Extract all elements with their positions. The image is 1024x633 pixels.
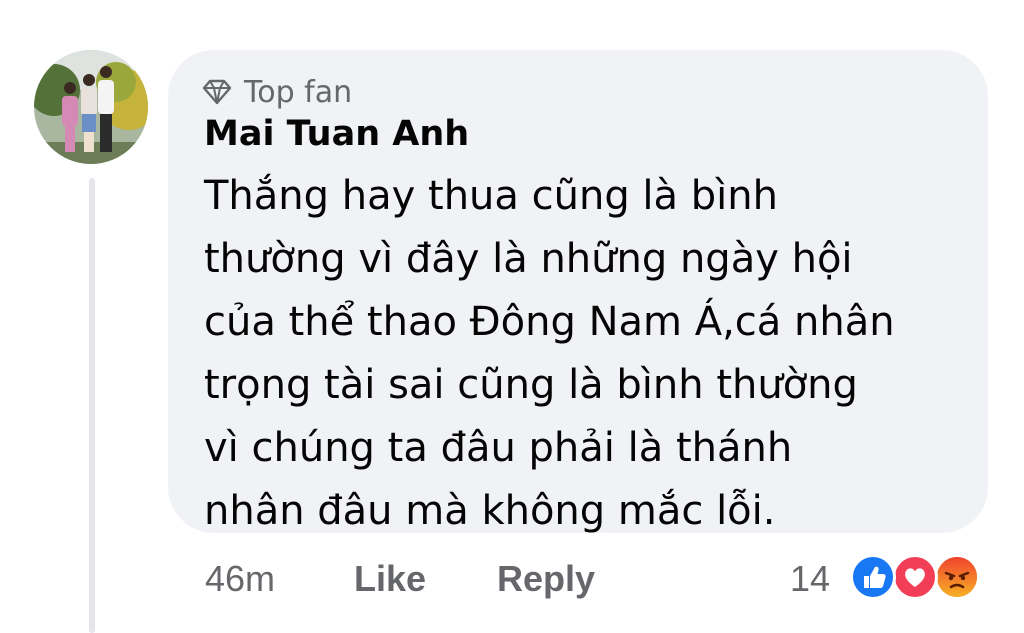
- avatar[interactable]: [34, 50, 148, 164]
- avatar-photo: [34, 50, 148, 164]
- badge-label: Top fan: [244, 74, 353, 110]
- comment-bubble: Top fan Mai Tuan Anh Thắng hay thua cũng…: [168, 50, 988, 534]
- reaction-count[interactable]: 14: [790, 558, 830, 600]
- comment-thread: Top fan Mai Tuan Anh Thắng hay thua cũng…: [0, 0, 1024, 633]
- reply-button[interactable]: Reply: [497, 558, 595, 600]
- like-button[interactable]: Like: [354, 558, 426, 600]
- timestamp[interactable]: 46m: [205, 558, 275, 600]
- top-fan-badge[interactable]: Top fan: [202, 72, 352, 112]
- love-icon: [892, 554, 938, 600]
- comment-text: Thắng hay thua cũng là bình thường vì đâ…: [204, 173, 895, 534]
- comment-actions: 46m Like Reply 14: [0, 552, 1024, 604]
- diamond-icon: [202, 79, 232, 105]
- author-name[interactable]: Mai Tuan Anh: [204, 114, 469, 154]
- like-icon: [850, 554, 896, 600]
- angry-icon: [934, 554, 980, 600]
- reaction-summary[interactable]: [850, 552, 990, 604]
